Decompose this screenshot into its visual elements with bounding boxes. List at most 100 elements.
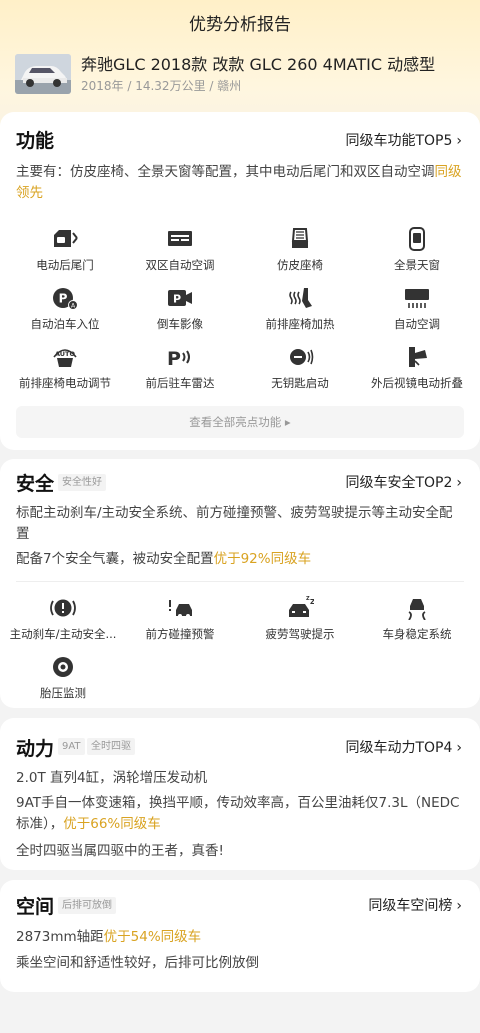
function-card: 功能 同级车功能TOP5 › 主要有：仿皮座椅、全景天窗等配置，其中电动后尾门和双… <box>0 112 480 450</box>
space-rank-link[interactable]: 同级车空间榜 › <box>368 895 462 915</box>
car-thumbnail[interactable] <box>15 54 71 94</box>
feature-label: 电动后尾门 <box>36 258 94 272</box>
feature-label: 自动泊车入位 <box>30 317 100 331</box>
feature-item[interactable]: 电动后尾门 <box>5 227 125 273</box>
fatigue-alert-icon: ZZ <box>289 596 314 617</box>
collision-warning-icon <box>169 600 192 618</box>
page-title: 优势分析报告 <box>189 15 291 35</box>
dual-ac-icon <box>168 231 192 246</box>
feature-label: 无钥匙启动 <box>271 376 329 390</box>
feature-item[interactable]: 全景天窗 <box>357 227 477 273</box>
space-card: 空间 后排可放倒 同级车空间榜 › 2873mm轴距优于54%同级车 乘坐空间和舒… <box>0 880 480 992</box>
power-drive-text: 全时四驱当属四驱中的王者，真香! <box>16 843 224 859</box>
tailgate-icon <box>54 230 78 247</box>
feature-item[interactable]: 车身稳定系统 <box>357 596 477 642</box>
chevron-right-icon: › <box>456 740 462 756</box>
feature-label: 前排座椅电动调节 <box>19 376 111 390</box>
car-name[interactable]: 奔驰GLC 2018款 改款 GLC 260 4MATIC 动感型 <box>81 51 435 75</box>
power-engine-text: 2.0T 直列4缸，涡轮增压发动机 <box>16 770 208 786</box>
stability-control-icon <box>408 599 426 620</box>
feature-item[interactable]: 仿皮座椅 <box>240 227 360 273</box>
svg-text:P: P <box>173 293 181 306</box>
chevron-right-icon: › <box>456 133 462 149</box>
space-section-title: 空间 <box>16 896 55 918</box>
function-summary-text: 主要有：仿皮座椅、全景天窗等配置，其中电动后尾门和双区自动空调 <box>16 164 435 180</box>
active-brake-icon <box>50 599 76 617</box>
parking-radar-icon: P <box>167 348 190 369</box>
feature-item[interactable]: P 倒车影像 <box>120 286 240 332</box>
power-transmission-highlight: 优于66%同级车 <box>63 816 161 832</box>
feature-item[interactable]: ZZ 疲劳驾驶提示 <box>240 596 360 642</box>
feature-item[interactable]: 前排座椅加热 <box>240 286 360 332</box>
feature-item[interactable]: 胎压监测 <box>3 655 123 701</box>
space-wheelbase-text: 2873mm轴距优于54%同级车 <box>16 927 464 948</box>
chevron-right-icon: › <box>456 475 462 491</box>
safety-section-title: 安全 <box>16 473 55 495</box>
svg-text:AUTO: AUTO <box>55 350 76 358</box>
reverse-camera-icon: P <box>168 290 192 306</box>
tire-pressure-icon <box>53 657 73 677</box>
auto-ac-icon <box>405 289 429 308</box>
feature-label: 仿皮座椅 <box>277 258 323 272</box>
chevron-right-icon: › <box>456 898 462 914</box>
power-card: 动力 9AT 全时四驱 同级车动力TOP4 › 2.0T 直列4缸，涡轮增压发动机… <box>0 718 480 870</box>
seat-heating-icon <box>289 288 312 308</box>
feature-label: 车身稳定系统 <box>382 627 452 641</box>
power-section-title: 动力 <box>16 738 55 760</box>
seat-adjust-icon: AUTO <box>53 349 77 367</box>
view-all-features-button[interactable]: 查看全部亮点功能 ▸ <box>16 406 464 438</box>
function-section-title: 功能 <box>16 130 55 152</box>
feature-item[interactable]: 外后视镜电动折叠 <box>357 345 477 391</box>
feature-item[interactable]: AUTO 前排座椅电动调节 <box>5 345 125 391</box>
feature-label: 胎压监测 <box>40 686 86 700</box>
power-tag-drive: 全时四驱 <box>87 738 135 755</box>
feature-label: 主动刹车/主动安全... <box>9 627 117 641</box>
keyless-start-icon <box>290 349 314 365</box>
safety-passive-highlight: 优于92%同级车 <box>213 551 312 567</box>
feature-label: 外后视镜电动折叠 <box>371 376 463 390</box>
function-rank-link[interactable]: 同级车功能TOP5 › <box>345 130 462 150</box>
power-rank-label: 同级车动力TOP4 <box>345 740 453 756</box>
feature-item[interactable]: P 前后驻车雷达 <box>120 345 240 391</box>
auto-park-icon: PA <box>53 288 78 310</box>
safety-card: 安全 安全性好 同级车安全TOP2 › 标配主动刹车/主动安全系统、前方碰撞预警、… <box>0 459 480 708</box>
feature-item[interactable]: 自动空调 <box>357 286 477 332</box>
feature-label: 倒车影像 <box>157 317 203 331</box>
space-tag: 后排可放倒 <box>58 897 116 914</box>
safety-active-text: 标配主动刹车/主动安全系统、前方碰撞预警、疲劳驾驶提示等主动安全配置 <box>16 505 453 542</box>
space-wheelbase-highlight: 优于54%同级车 <box>103 929 202 945</box>
feature-label: 疲劳驾驶提示 <box>265 627 335 641</box>
feature-label: 前方碰撞预警 <box>145 627 215 641</box>
safety-divider <box>16 581 464 582</box>
feature-item[interactable]: 无钥匙启动 <box>240 345 360 391</box>
feature-label: 双区自动空调 <box>145 258 215 272</box>
space-comfort-text: 乘坐空间和舒适性较好，后排可比例放倒 <box>16 955 259 971</box>
power-transmission-text: 9AT手自一体变速箱，换挡平顺，传动效率高，百公里油耗仅7.3L（NEDC标准）… <box>16 793 464 835</box>
svg-text:Z: Z <box>310 598 314 606</box>
feature-label: 前后驻车雷达 <box>145 376 215 390</box>
function-summary: 主要有：仿皮座椅、全景天窗等配置，其中电动后尾门和双区自动空调同级领先 <box>16 162 464 204</box>
space-rank-label: 同级车空间榜 <box>368 898 453 914</box>
sunroof-icon <box>409 227 425 251</box>
safety-tag: 安全性好 <box>58 474 106 491</box>
svg-text:P: P <box>167 348 181 369</box>
feature-label: 全景天窗 <box>394 258 440 272</box>
power-tag-transmission: 9AT <box>58 738 85 755</box>
feature-item[interactable]: 前方碰撞预警 <box>120 596 240 642</box>
safety-rank-link[interactable]: 同级车安全TOP2 › <box>345 472 462 492</box>
function-rank-label: 同级车功能TOP5 <box>345 133 453 149</box>
feature-label: 前排座椅加热 <box>265 317 335 331</box>
leather-seat-icon <box>291 228 309 248</box>
feature-item[interactable]: 双区自动空调 <box>120 227 240 273</box>
power-rank-link[interactable]: 同级车动力TOP4 › <box>345 737 462 757</box>
feature-item[interactable]: 主动刹车/主动安全... <box>3 596 123 642</box>
feature-item[interactable]: PA 自动泊车入位 <box>5 286 125 332</box>
svg-text:P: P <box>59 292 68 306</box>
feature-label: 自动空调 <box>394 317 440 331</box>
safety-passive-prefix: 配备7个安全气囊，被动安全配置 <box>16 551 214 567</box>
svg-text:Z: Z <box>306 596 310 602</box>
space-wheelbase-prefix: 2873mm轴距 <box>16 929 104 945</box>
mirror-fold-icon <box>409 347 427 367</box>
car-meta: 2018年 / 14.32万公里 / 赣州 <box>81 79 242 93</box>
safety-passive-text: 配备7个安全气囊，被动安全配置优于92%同级车 <box>16 549 464 570</box>
